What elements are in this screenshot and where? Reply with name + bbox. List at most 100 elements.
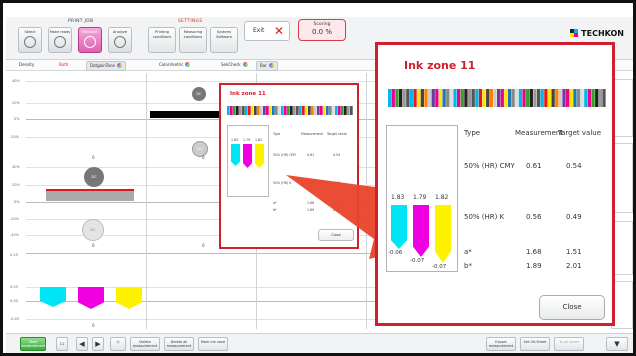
export-measurement-button[interactable]: Export measurement bbox=[486, 337, 516, 351]
row-target: 1.51 bbox=[566, 248, 582, 256]
strip-patch bbox=[293, 106, 296, 115]
strip-patch bbox=[236, 106, 239, 115]
zone-divider bbox=[366, 73, 367, 329]
gray-bar bbox=[46, 191, 134, 201]
strip-patch bbox=[227, 106, 230, 115]
strip-patch bbox=[413, 89, 417, 107]
bottom-toolbar: Start measurement 11 ◀ ▶ ⎙ Delete measur… bbox=[6, 333, 633, 353]
zone-circle[interactable]: DC bbox=[84, 167, 104, 187]
start-measurement-button[interactable]: Start measurement bbox=[20, 337, 46, 351]
strip-patch bbox=[533, 89, 537, 107]
brand-name: TECHKON bbox=[581, 29, 624, 38]
row-measurement: 1.68 bbox=[307, 201, 315, 205]
to-ok-sheet-button[interactable]: To ok sheet bbox=[554, 337, 584, 351]
strip-patch bbox=[420, 89, 424, 107]
strip-patch bbox=[409, 89, 414, 107]
strip-patch bbox=[266, 106, 269, 115]
ink-bars-box: 1.83 1.79 1.82 -0.06 -0.07 -0.07 bbox=[386, 125, 458, 272]
strip-patch bbox=[308, 106, 311, 115]
header-type: Type bbox=[273, 132, 281, 136]
brand-logo: TECHKON bbox=[570, 29, 624, 38]
strip-patch bbox=[344, 106, 347, 115]
y-tick: 0% bbox=[14, 117, 20, 121]
system-software-button[interactable]: System/ Software bbox=[210, 27, 238, 53]
tab-bar[interactable]: Bar bbox=[256, 61, 278, 71]
row-target: 2.01 bbox=[566, 262, 582, 270]
scroll-down-button[interactable]: ▼ bbox=[606, 337, 628, 351]
make-ready-button[interactable]: Make ready bbox=[48, 27, 72, 53]
strip-patch bbox=[311, 106, 314, 115]
zone-value: 0 bbox=[92, 243, 95, 248]
analyze-button[interactable]: Analyze bbox=[108, 27, 132, 53]
zone-circle[interactable]: DC bbox=[192, 141, 208, 157]
strip-patch bbox=[272, 106, 275, 115]
analyze-icon bbox=[114, 36, 126, 48]
previous-zone-button[interactable]: ◀ bbox=[76, 337, 88, 351]
strip-patch bbox=[278, 106, 281, 115]
delete-all-measurement-button[interactable]: Delete all measurement bbox=[164, 337, 194, 351]
strip-patch bbox=[544, 89, 548, 107]
printing-conditions-button[interactable]: Printing conditions bbox=[148, 27, 176, 53]
tab-sekcheck[interactable]: SekCheck bbox=[218, 61, 251, 69]
row-type: b* bbox=[464, 262, 472, 270]
row-target: 0.54 bbox=[333, 153, 341, 157]
header-target: Target value bbox=[558, 129, 602, 137]
bar-top-value: 1.79 bbox=[243, 138, 251, 142]
color-wheel-icon bbox=[242, 62, 248, 67]
select-button[interactable]: Select bbox=[18, 27, 42, 53]
tab-colorimetric[interactable]: Colorimetric bbox=[156, 61, 193, 69]
print-job-group-title: PRINT JOB bbox=[68, 19, 94, 24]
next-zone-button[interactable]: ▶ bbox=[92, 337, 104, 351]
set-ok-sheet-button[interactable]: Set OK-Sheet bbox=[520, 337, 550, 351]
scoring-display: Scoring 0.0 % bbox=[298, 19, 346, 41]
exit-button[interactable]: Exit ✕ bbox=[244, 21, 290, 41]
strip-patch bbox=[551, 89, 555, 107]
strip-patch bbox=[464, 89, 468, 107]
y-tick: -20% bbox=[10, 217, 20, 221]
tab-density[interactable]: Density bbox=[16, 61, 37, 69]
mark-ink-zone-button[interactable]: Mark ink zone bbox=[198, 337, 228, 351]
printer-button[interactable]: ⎙ bbox=[110, 337, 126, 351]
row-measurement: 0.61 bbox=[307, 153, 315, 157]
strip-patch bbox=[518, 89, 523, 107]
make-ready-button-label: Make ready bbox=[49, 30, 71, 34]
y-tick: 0.03 bbox=[10, 285, 18, 289]
strip-patch bbox=[536, 89, 541, 107]
strip-patch bbox=[453, 89, 457, 107]
row-measurement: 1.68 bbox=[526, 248, 542, 256]
strip-patch bbox=[497, 89, 501, 107]
tab-both[interactable]: Both bbox=[56, 61, 71, 69]
zone-circle[interactable]: DC bbox=[82, 219, 104, 241]
close-button[interactable]: Close bbox=[539, 295, 605, 320]
bar-bottom-value: -0.07 bbox=[410, 258, 425, 264]
strip-patch bbox=[555, 89, 559, 107]
strip-patch bbox=[391, 89, 395, 107]
y-tick: 0.15 bbox=[10, 253, 18, 257]
close-button[interactable]: Close bbox=[318, 229, 354, 241]
strip-patch bbox=[326, 106, 329, 115]
yellow-bar bbox=[116, 287, 142, 309]
strip-patch bbox=[296, 106, 299, 115]
measuring-conditions-button[interactable]: Measuring conditions bbox=[179, 27, 207, 53]
strip-patch bbox=[562, 89, 566, 107]
measure-button[interactable]: Measure bbox=[78, 27, 102, 53]
row-target: 0.54 bbox=[566, 162, 582, 170]
strip-patch bbox=[335, 106, 338, 115]
cyan-bar bbox=[231, 144, 240, 166]
strip-patch bbox=[580, 89, 584, 107]
strip-patch bbox=[402, 89, 406, 107]
settings-group-title: SETTINGS bbox=[178, 19, 203, 24]
system-software-label: System/ Software bbox=[216, 30, 232, 39]
strip-patch bbox=[576, 89, 581, 107]
row-target: 2.01 bbox=[333, 208, 341, 212]
y-tick: -20% bbox=[10, 135, 20, 139]
strip-patch bbox=[248, 106, 251, 115]
zone-circle[interactable]: DC bbox=[192, 87, 206, 101]
strip-patch bbox=[467, 89, 472, 107]
zone-counter[interactable]: 11 bbox=[56, 337, 68, 351]
ink-bars-box: 1.83 1.79 1.82 bbox=[227, 125, 269, 197]
tab-dotgain-tone[interactable]: DotgainTone bbox=[86, 61, 126, 71]
cyan-bar bbox=[391, 205, 407, 249]
strip-patch bbox=[431, 89, 435, 107]
delete-measurement-button[interactable]: Delete measurement bbox=[130, 337, 160, 351]
